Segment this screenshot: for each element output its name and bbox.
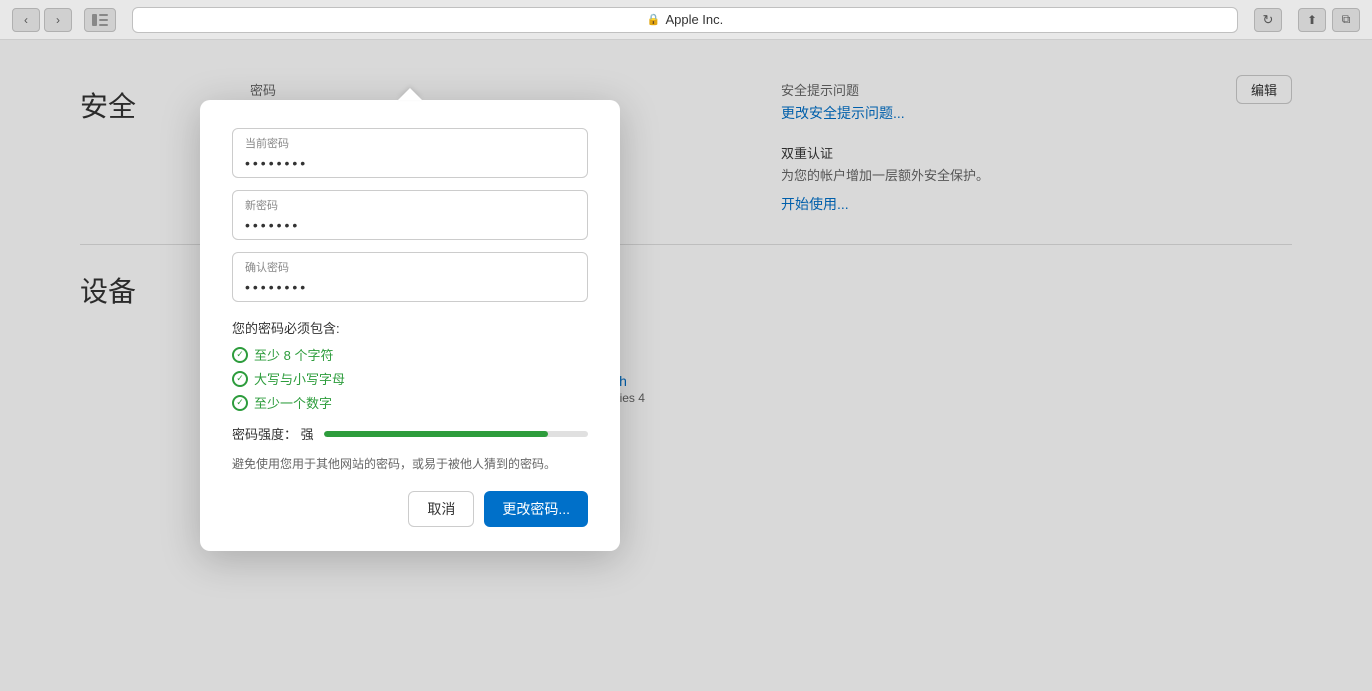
back-button[interactable]: ‹ <box>12 8 40 32</box>
popup-arrow <box>398 88 422 100</box>
check-icon-3 <box>232 395 248 411</box>
page-content: 安全 密码 更改密码... 编辑 安全提示问题 更改安全提示问题... 双重认证… <box>0 40 1372 691</box>
right-buttons: ⬆ ⧉ <box>1298 8 1360 32</box>
browser-chrome: ‹ › 🔒 Apple Inc. ↻ ⬆ ⧉ <box>0 0 1372 40</box>
req-item-1: 至少 8 个字符 <box>232 345 588 364</box>
strength-label: 密码强度： 强 <box>232 424 314 443</box>
current-password-value[interactable]: •••••••• <box>245 155 575 171</box>
forward-button[interactable]: › <box>44 8 72 32</box>
new-page-button[interactable]: ⧉ <box>1332 8 1360 32</box>
reload-button[interactable]: ↻ <box>1254 8 1282 32</box>
address-text: Apple Inc. <box>665 12 723 27</box>
current-password-label: 当前密码 <box>245 135 575 151</box>
popup-buttons: 取消 更改密码... <box>232 491 588 527</box>
new-password-value[interactable]: ••••••• <box>245 217 575 233</box>
new-password-group: 新密码 ••••••• <box>232 190 588 240</box>
current-password-group: 当前密码 •••••••• <box>232 128 588 178</box>
req-item-3: 至少一个数字 <box>232 393 588 412</box>
new-password-label: 新密码 <box>245 197 575 213</box>
confirm-password-button[interactable]: 更改密码... <box>484 491 588 527</box>
popup-overlay: 当前密码 •••••••• 新密码 ••••••• 确认密码 •••••••• <box>0 40 1372 691</box>
strength-bar-container <box>324 431 588 437</box>
strength-section: 密码强度： 强 <box>232 424 588 443</box>
requirements-title: 您的密码必须包含: <box>232 318 588 337</box>
confirm-password-label: 确认密码 <box>245 259 575 275</box>
password-change-popup: 当前密码 •••••••• 新密码 ••••••• 确认密码 •••••••• <box>200 100 620 551</box>
sidebar-icon <box>92 14 108 26</box>
password-requirements: 您的密码必须包含: 至少 8 个字符 大写与小写字母 至少一个数字 <box>232 318 588 412</box>
confirm-password-group: 确认密码 •••••••• <box>232 252 588 302</box>
address-bar[interactable]: 🔒 Apple Inc. <box>132 7 1238 33</box>
strength-bar <box>324 431 549 437</box>
confirm-password-value[interactable]: •••••••• <box>245 279 575 295</box>
nav-buttons: ‹ › <box>12 8 72 32</box>
sidebar-button[interactable] <box>84 8 116 32</box>
warning-text: 避免使用您用于其他网站的密码，或易于被他人猜到的密码。 <box>232 455 588 473</box>
check-icon-2 <box>232 371 248 387</box>
cancel-button[interactable]: 取消 <box>408 491 474 527</box>
lock-icon: 🔒 <box>647 13 661 26</box>
req-item-2: 大写与小写字母 <box>232 369 588 388</box>
check-icon-1 <box>232 347 248 363</box>
share-button[interactable]: ⬆ <box>1298 8 1326 32</box>
